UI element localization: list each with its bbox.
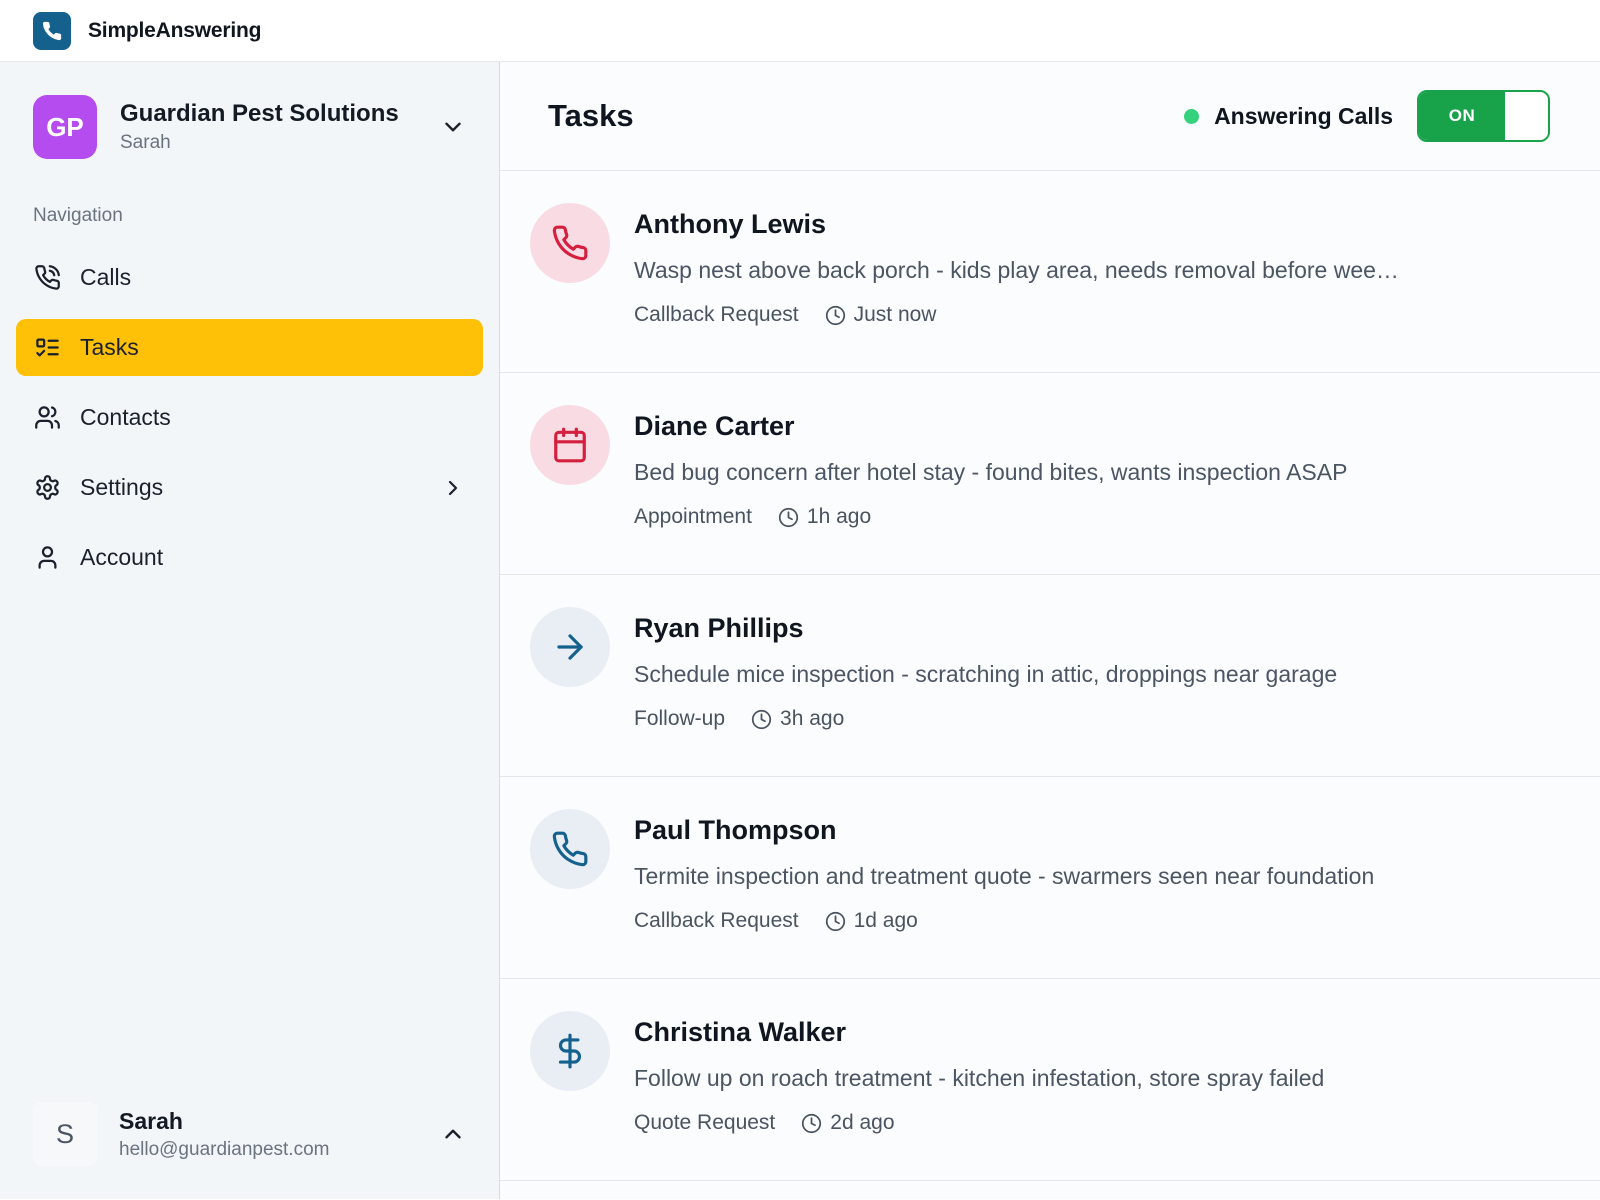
- task-name: Ryan Phillips: [634, 613, 804, 643]
- task-description: Wasp nest above back porch - kids play a…: [634, 257, 1399, 283]
- task-type: Callback Request: [634, 303, 799, 326]
- sidebar-item-label: Settings: [80, 474, 164, 500]
- sidebar-item-account[interactable]: Account: [16, 529, 483, 586]
- workspace-switcher[interactable]: GP Guardian Pest Solutions Sarah: [0, 95, 499, 159]
- checklist-icon: [34, 334, 61, 361]
- task-description: Follow up on roach treatment - kitchen i…: [634, 1065, 1325, 1091]
- sidebar-item-label: Account: [80, 544, 164, 570]
- nav-section-label: Navigation: [33, 205, 123, 226]
- task-list: Anthony Lewis Wasp nest above back porch…: [500, 171, 1600, 1181]
- task-description: Bed bug concern after hotel stay - found…: [634, 459, 1348, 485]
- task-type: Appointment: [634, 505, 752, 528]
- workspace-name: Guardian Pest Solutions: [120, 100, 399, 127]
- chevron-down-icon: [440, 114, 466, 140]
- task-name: Christina Walker: [634, 1017, 847, 1047]
- person-icon: [34, 544, 61, 571]
- clock-icon: [751, 709, 772, 730]
- chevron-right-icon: [441, 476, 465, 500]
- task-row[interactable]: Diane Carter Bed bug concern after hotel…: [500, 373, 1600, 575]
- task-time: 2d ago: [830, 1111, 895, 1134]
- user-menu[interactable]: S Sarah hello@guardianpest.com: [0, 1076, 499, 1199]
- sidebar-item-settings[interactable]: Settings: [16, 459, 483, 516]
- app-logo: [33, 11, 71, 50]
- toggle-on-segment: ON: [1419, 92, 1505, 140]
- task-type: Quote Request: [634, 1111, 776, 1134]
- chevron-up-icon: [440, 1121, 466, 1147]
- clock-icon: [825, 911, 846, 932]
- phone-icon: [41, 20, 63, 42]
- main-panel: Tasks Answering Calls ON Anthony Lewis W…: [500, 62, 1600, 1199]
- status-dot: [1184, 108, 1200, 124]
- task-name: Diane Carter: [634, 411, 795, 441]
- task-description: Schedule mice inspection - scratching in…: [634, 661, 1338, 687]
- calendar-icon: [530, 405, 610, 485]
- sidebar-item-label: Tasks: [80, 334, 139, 360]
- task-name: Paul Thompson: [634, 815, 837, 845]
- sidebar-item-label: Calls: [80, 264, 132, 290]
- workspace-subtitle: Sarah: [120, 132, 171, 153]
- task-row[interactable]: Anthony Lewis Wasp nest above back porch…: [500, 171, 1600, 373]
- workspace-avatar: GP: [33, 95, 97, 159]
- sidebar-nav: Calls Tasks Contacts Settings Account: [0, 249, 499, 586]
- phone-icon: [530, 203, 610, 283]
- answering-status: Answering Calls ON: [1184, 90, 1550, 142]
- task-name: Anthony Lewis: [634, 209, 827, 239]
- task-description: Termite inspection and treatment quote -…: [634, 863, 1375, 889]
- phone-call-icon: [34, 264, 61, 291]
- user-avatar: S: [33, 1102, 97, 1166]
- toggle-off-segment: [1505, 92, 1548, 140]
- task-row[interactable]: Ryan Phillips Schedule mice inspection -…: [500, 575, 1600, 777]
- sidebar-item-contacts[interactable]: Contacts: [16, 389, 483, 446]
- task-row[interactable]: Paul Thompson Termite inspection and tre…: [500, 777, 1600, 979]
- answering-calls-toggle[interactable]: ON: [1417, 90, 1550, 142]
- task-time: Just now: [853, 303, 937, 326]
- page-title: Tasks: [548, 98, 634, 133]
- task-time: 1d ago: [853, 909, 918, 932]
- sidebar-item-label: Contacts: [80, 404, 171, 430]
- main-header: Tasks Answering Calls ON: [500, 62, 1600, 171]
- task-time: 1h ago: [806, 505, 872, 528]
- clock-icon: [825, 305, 846, 326]
- users-icon: [34, 404, 61, 431]
- answering-calls-label: Answering Calls: [1214, 102, 1393, 129]
- task-type: Callback Request: [634, 909, 799, 932]
- app-header: SimpleAnswering: [0, 0, 1600, 62]
- task-type: Follow-up: [634, 707, 726, 730]
- task-row[interactable]: Christina Walker Follow up on roach trea…: [500, 979, 1600, 1181]
- sidebar: GP Guardian Pest Solutions Sarah Navigat…: [0, 62, 500, 1199]
- user-email: hello@guardianpest.com: [119, 1138, 330, 1160]
- gear-icon: [34, 474, 61, 501]
- user-name: Sarah: [119, 1107, 183, 1134]
- clock-icon: [801, 1113, 822, 1134]
- phone-icon: [530, 809, 610, 889]
- arrow-right-icon: [530, 607, 610, 687]
- sidebar-item-calls[interactable]: Calls: [16, 249, 483, 306]
- sidebar-item-tasks[interactable]: Tasks: [16, 319, 483, 376]
- dollar-icon: [530, 1011, 610, 1091]
- app-title: SimpleAnswering: [88, 18, 262, 42]
- clock-icon: [778, 507, 799, 528]
- task-time: 3h ago: [780, 707, 845, 730]
